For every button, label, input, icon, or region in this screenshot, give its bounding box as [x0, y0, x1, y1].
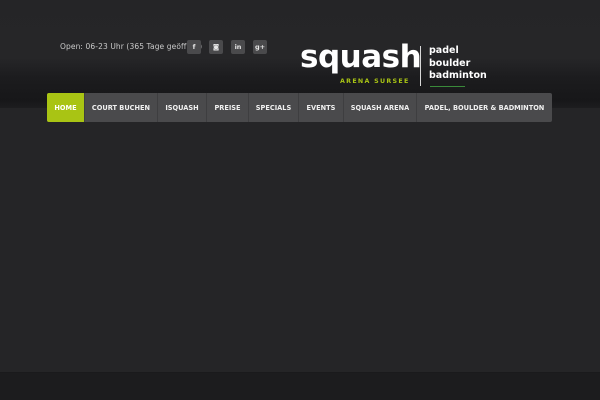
nav-item-squash-arena[interactable]: SQUASH ARENA	[344, 93, 417, 122]
main-navigation: HOME COURT BUCHEN ISQUASH PREISE SPECIAL…	[47, 93, 552, 122]
opening-hours-text: Open: 06-23 Uhr (365 Tage geöffnet)	[60, 42, 203, 51]
nav-item-events[interactable]: EVENTS	[299, 93, 344, 122]
logo-side-text: padel boulder badminton	[429, 45, 487, 83]
logo-divider	[420, 46, 421, 86]
main-content-area	[0, 108, 600, 372]
logo-underline	[430, 86, 465, 87]
nav-item-specials[interactable]: SPECIALS	[249, 93, 299, 122]
nav-item-home[interactable]: HOME	[47, 93, 85, 122]
logo-side-padel: padel	[429, 45, 459, 56]
nav-item-preise[interactable]: PREISE	[207, 93, 249, 122]
logo-side-badminton: badminton	[429, 70, 487, 81]
nav-item-isquash[interactable]: ISQUASH	[158, 93, 207, 122]
google-plus-icon[interactable]: g+	[253, 40, 267, 54]
linkedin-icon[interactable]: in	[231, 40, 245, 54]
social-links: f ◙ in g+	[187, 40, 267, 54]
logo-subtitle: ARENA SURSEE	[340, 78, 410, 85]
facebook-icon[interactable]: f	[187, 40, 201, 54]
logo-wordmark: squash	[300, 39, 422, 75]
site-logo[interactable]: squash ARENA SURSEE padel boulder badmin…	[300, 39, 490, 88]
nav-item-court-buchen[interactable]: COURT BUCHEN	[85, 93, 158, 122]
logo-side-boulder: boulder	[429, 57, 471, 69]
instagram-icon[interactable]: ◙	[209, 40, 223, 54]
nav-item-padel-boulder-badminton[interactable]: PADEL, BOULDER & BADMINTON	[417, 93, 552, 122]
footer-band	[0, 372, 600, 400]
